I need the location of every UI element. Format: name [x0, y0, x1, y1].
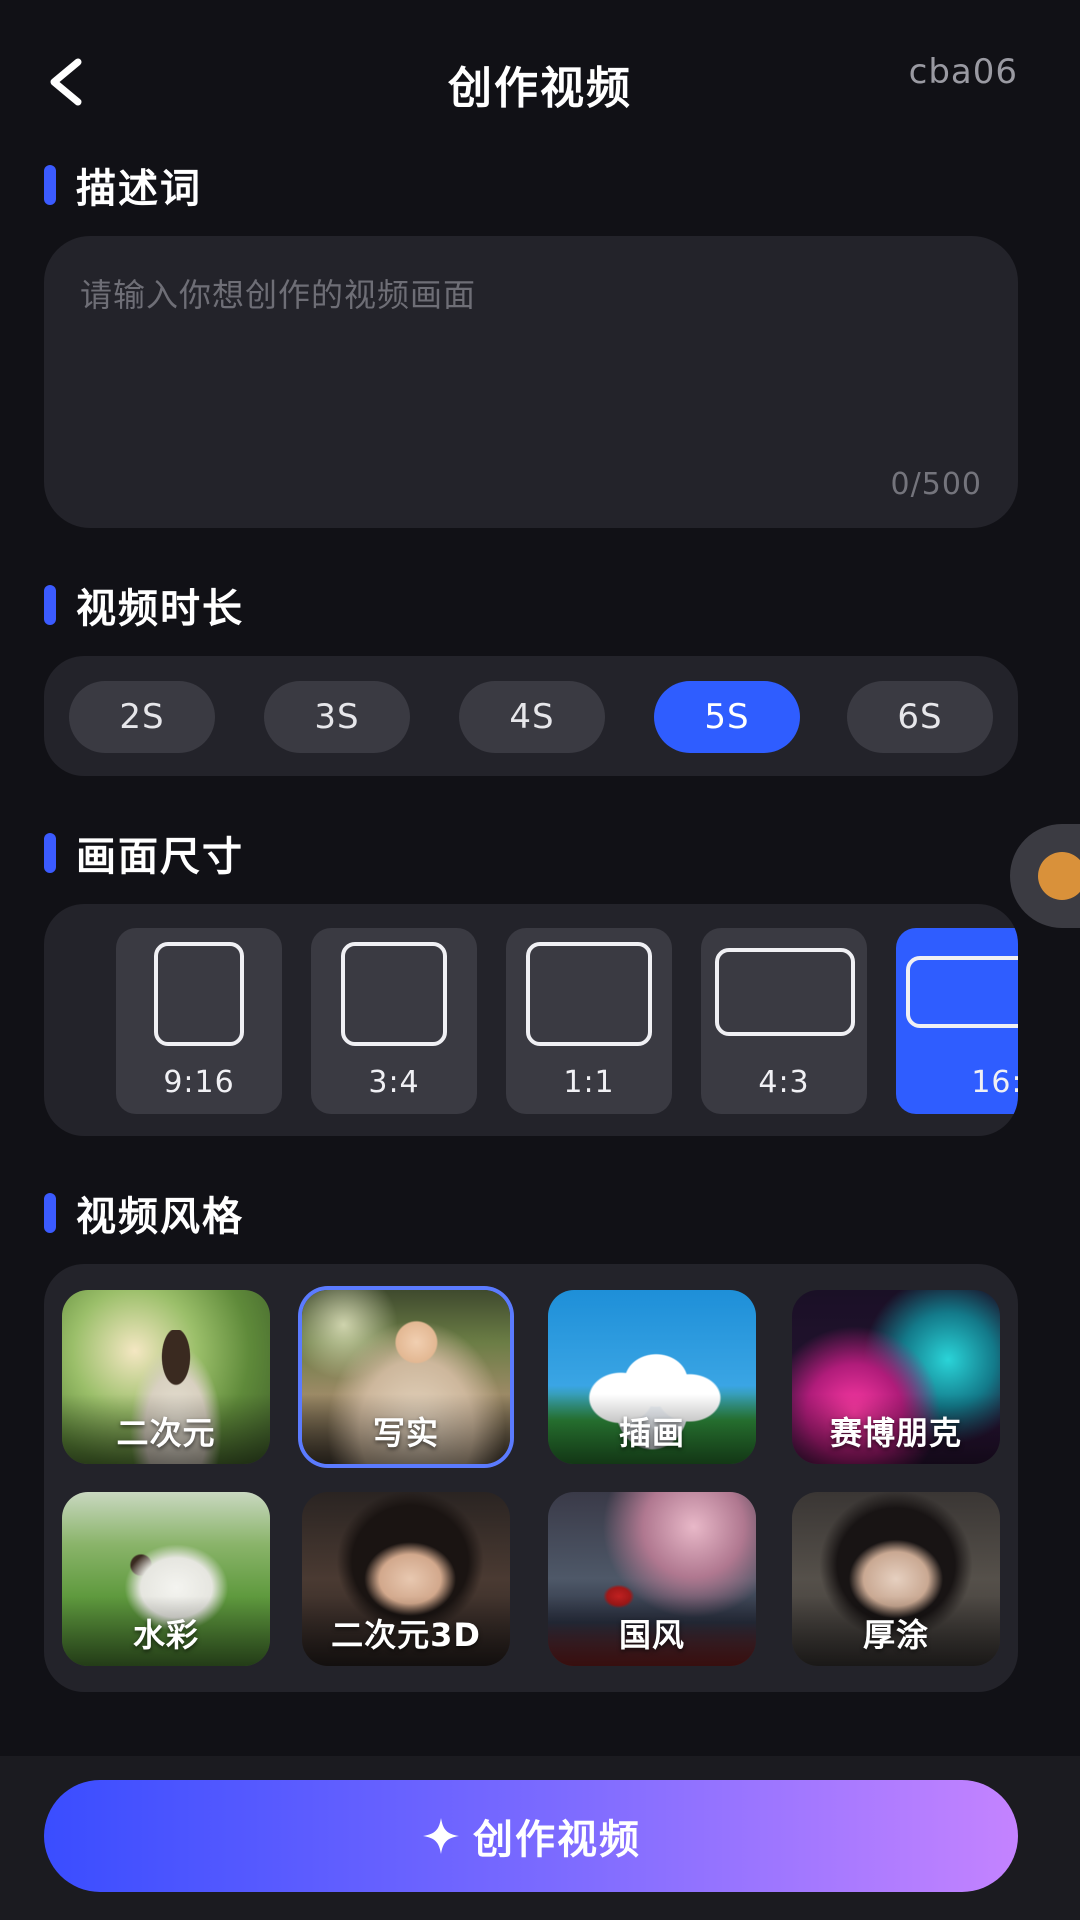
style-label: 二次元	[116, 1414, 216, 1452]
style-selector: 二次元 写实 插画 赛博朋克 水彩 二次元3D 国风 厚涂	[44, 1264, 1018, 1692]
create-video-button[interactable]: 创作视频	[44, 1780, 1018, 1892]
size-option-4-3[interactable]: 4:3	[701, 928, 867, 1114]
section-accent-bar	[44, 833, 56, 873]
create-video-button-label: 创作视频	[473, 1817, 641, 1863]
style-option-cyberpunk[interactable]: 赛博朋克	[792, 1290, 1000, 1464]
duration-option-6s[interactable]: 6S	[847, 681, 993, 753]
style-option-impasto[interactable]: 厚涂	[792, 1492, 1000, 1666]
duration-option-3s[interactable]: 3S	[264, 681, 410, 753]
style-option-illustration[interactable]: 插画	[548, 1290, 756, 1464]
header: 创作视频 cba06	[0, 0, 1080, 160]
description-section-header: 描述词	[44, 160, 202, 212]
size-label: 3:4	[368, 1065, 420, 1100]
section-accent-bar	[44, 165, 56, 205]
description-box: 0/500	[44, 236, 1018, 528]
size-section-label: 画面尺寸	[76, 834, 244, 880]
ratio-3-4-icon	[341, 942, 447, 1046]
floating-assistant-handle[interactable]	[1010, 824, 1080, 928]
description-section-label: 描述词	[76, 166, 202, 212]
duration-selector: 2S 3S 4S 5S 6S	[44, 656, 1018, 776]
section-accent-bar	[44, 585, 56, 625]
style-section-label: 视频风格	[76, 1194, 244, 1240]
size-option-1-1[interactable]: 1:1	[506, 928, 672, 1114]
style-label: 赛博朋克	[829, 1414, 962, 1452]
duration-option-2s[interactable]: 2S	[69, 681, 215, 753]
duration-section-label: 视频时长	[76, 586, 244, 632]
style-section-header: 视频风格	[44, 1188, 244, 1240]
style-option-anime[interactable]: 二次元	[62, 1290, 270, 1464]
assistant-icon	[1038, 852, 1080, 900]
create-video-screen: 创作视频 cba06 描述词 0/500 视频时长 2S 3S 4S 5S 6S…	[0, 0, 1080, 1920]
style-option-chinese-style[interactable]: 国风	[548, 1492, 756, 1666]
size-option-16-9[interactable]: 16:9	[896, 928, 1018, 1114]
ratio-16-9-icon	[906, 956, 1018, 1028]
style-option-anime-3d[interactable]: 二次元3D	[302, 1492, 510, 1666]
ratio-1-1-icon	[526, 942, 652, 1046]
style-option-watercolor[interactable]: 水彩	[62, 1492, 270, 1666]
ratio-4-3-icon	[715, 948, 855, 1036]
size-label: 9:16	[163, 1065, 235, 1100]
style-label: 二次元3D	[331, 1616, 481, 1654]
duration-option-4s[interactable]: 4S	[459, 681, 605, 753]
size-selector: 9:16 3:4 1:1 4:3 16:9	[44, 904, 1018, 1136]
size-option-3-4[interactable]: 3:4	[311, 928, 477, 1114]
size-label: 1:1	[563, 1065, 615, 1100]
style-label: 水彩	[132, 1616, 199, 1654]
sparkle-icon	[423, 1818, 459, 1854]
ratio-9-16-icon	[154, 942, 244, 1046]
style-label: 写实	[372, 1414, 439, 1452]
style-label: 插画	[618, 1414, 685, 1452]
bottom-bar: 创作视频	[0, 1756, 1080, 1920]
size-label: 4:3	[758, 1065, 810, 1100]
user-id-label: cba06	[908, 52, 1018, 92]
style-label: 国风	[618, 1616, 685, 1654]
description-input[interactable]	[80, 270, 980, 450]
size-section-header: 画面尺寸	[44, 828, 244, 880]
duration-option-5s[interactable]: 5S	[654, 681, 800, 753]
section-accent-bar	[44, 1193, 56, 1233]
style-option-realistic[interactable]: 写实	[302, 1290, 510, 1464]
size-option-9-16[interactable]: 9:16	[116, 928, 282, 1114]
character-counter: 0/500	[890, 467, 982, 502]
duration-section-header: 视频时长	[44, 580, 244, 632]
size-label: 16:9	[971, 1065, 1018, 1100]
style-label: 厚涂	[862, 1616, 929, 1654]
